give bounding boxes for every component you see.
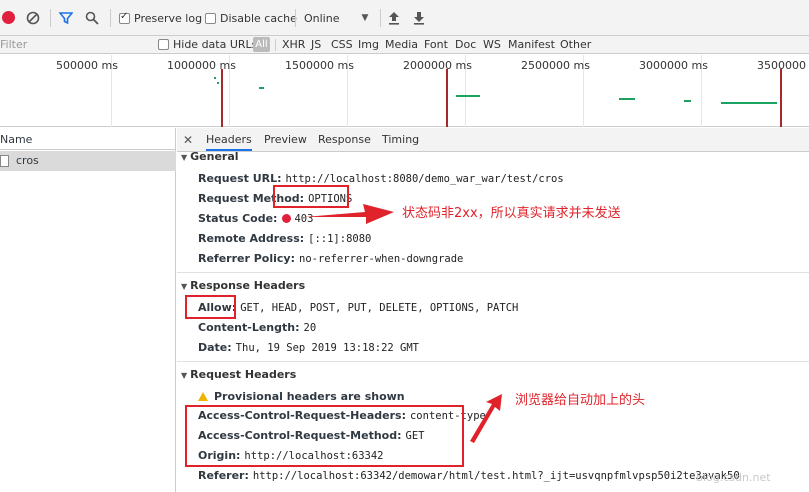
annotation-note-status: 状态码非2xx，所以真实请求并未发送	[402, 206, 621, 221]
watermark: blog.csdn.net	[696, 471, 771, 484]
annotation-arrows	[304, 204, 502, 443]
arrow-icon	[304, 204, 394, 224]
annotation-note-headers: 浏览器给自动加上的头	[515, 393, 646, 408]
arrow-icon	[470, 394, 502, 443]
